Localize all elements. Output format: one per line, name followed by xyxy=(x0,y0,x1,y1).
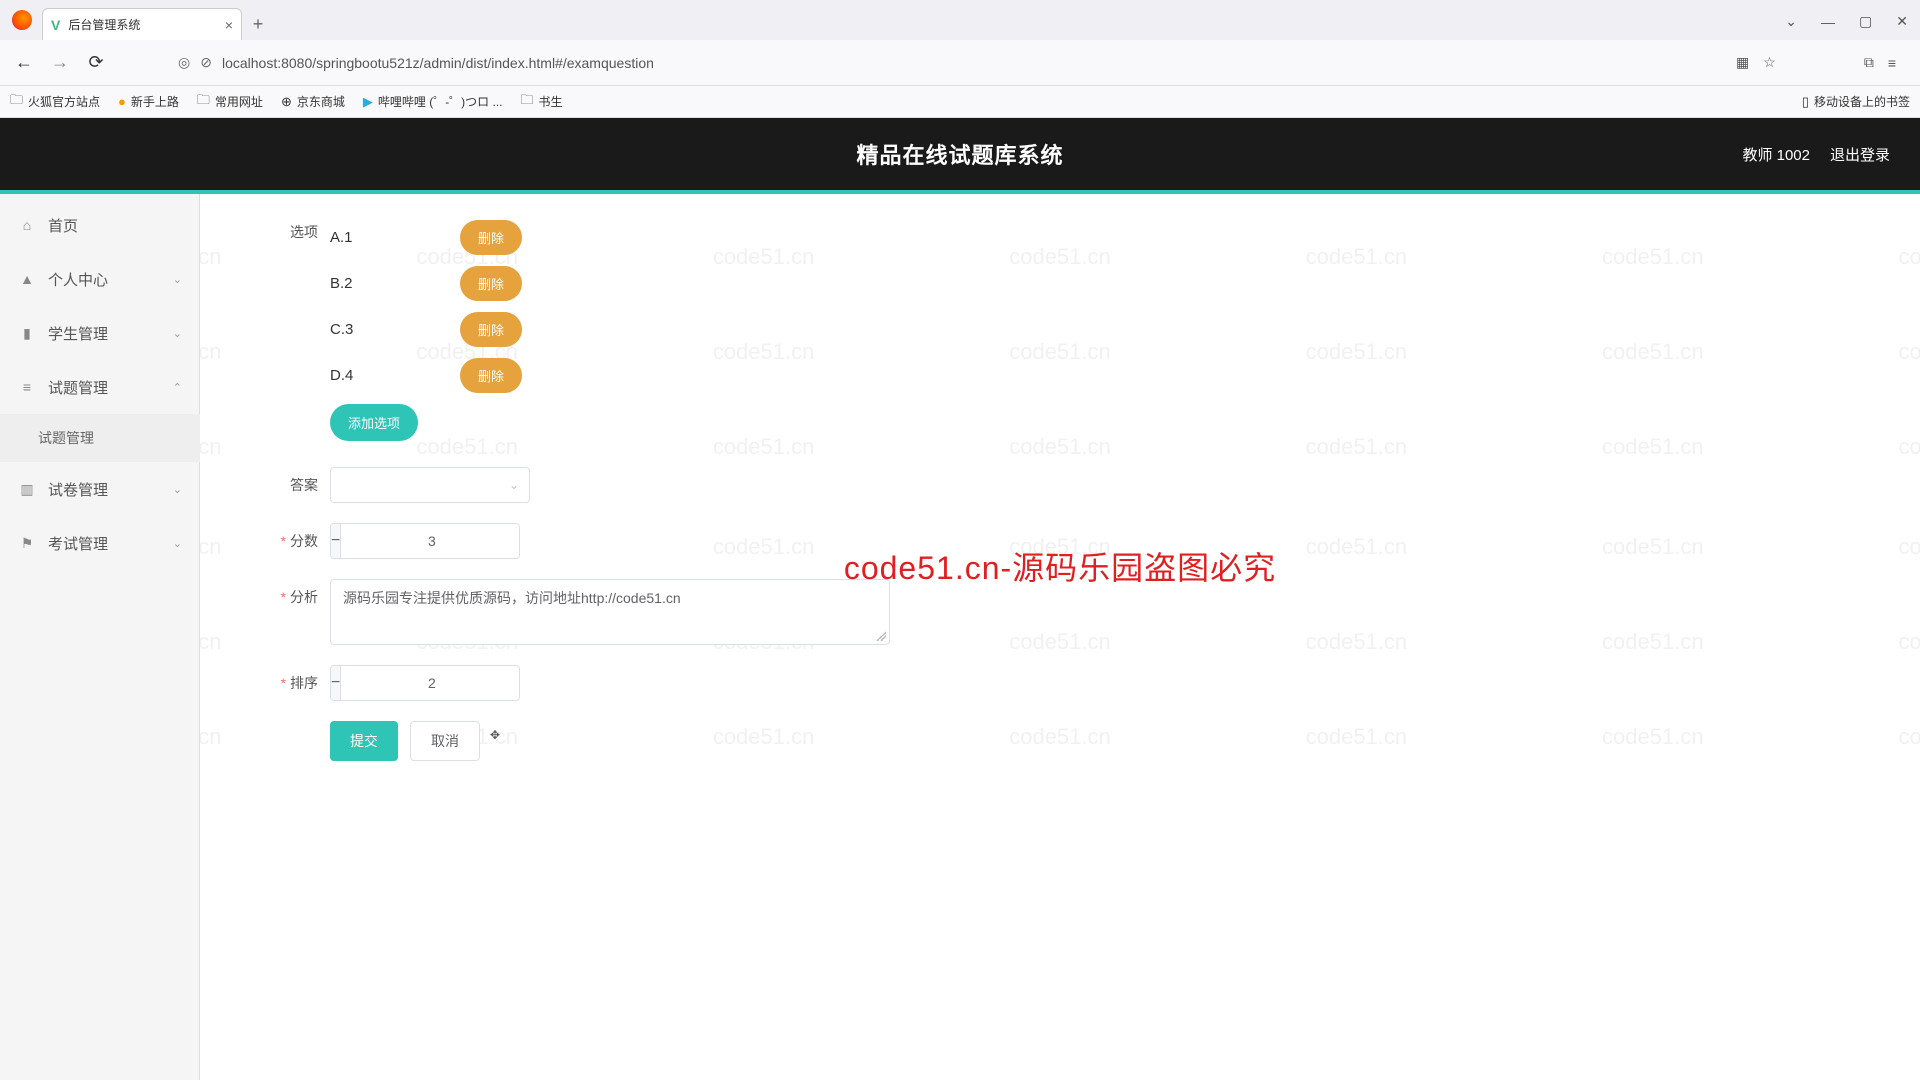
bookmark-item[interactable]: 🗀火狐官方站点 xyxy=(10,91,100,113)
mobile-icon: ▯ xyxy=(1802,94,1809,110)
window-controls: ⌄ — ▢ ✕ xyxy=(1785,13,1920,40)
sidebar-item-exam[interactable]: ⚑ 考试管理 ⌄ xyxy=(0,516,200,570)
answer-select[interactable]: ⌄ xyxy=(330,467,530,503)
delete-option-b-button[interactable]: 删除 xyxy=(460,266,522,301)
chevron-down-icon: ⌄ xyxy=(173,483,182,496)
sidebar-item-home[interactable]: ⌂ 首页 xyxy=(0,198,200,252)
analysis-textarea[interactable]: 源码乐园专注提供优质源码，访问地址http://code51.cn xyxy=(330,579,890,645)
app-header: 精品在线试题库系统 教师 1002 退出登录 xyxy=(0,118,1920,190)
layout: ⌂ 首页 ▲ 个人中心 ⌄ ▮ 学生管理 ⌄ ≡ 试题管理 ⌃ 试题管理 ▥ 试… xyxy=(0,194,1920,1080)
tab-bar: V 后台管理系统 × + ⌄ — ▢ ✕ xyxy=(0,0,1920,40)
sidebar: ⌂ 首页 ▲ 个人中心 ⌄ ▮ 学生管理 ⌄ ≡ 试题管理 ⌃ 试题管理 ▥ 试… xyxy=(0,194,200,1080)
menu-icon[interactable]: ≡ xyxy=(1888,55,1896,71)
folder-icon: 🗀 xyxy=(197,91,210,113)
firefox-icon xyxy=(12,10,32,30)
content: code51.cncode51.cncode51.cncode51.cncode… xyxy=(200,194,1920,1080)
score-decrement-button[interactable]: − xyxy=(331,524,341,558)
firefox-small-icon: ● xyxy=(118,94,126,109)
reload-button[interactable]: ⟳ xyxy=(82,49,110,77)
home-icon: ⌂ xyxy=(18,217,36,233)
option-a-label: A.1 xyxy=(330,229,460,246)
close-window-icon[interactable]: ✕ xyxy=(1896,13,1908,30)
logout-link[interactable]: 退出登录 xyxy=(1830,144,1890,165)
forward-button[interactable]: → xyxy=(46,49,74,77)
option-row: D.4 删除 xyxy=(330,352,1880,398)
sidebar-item-personal[interactable]: ▲ 个人中心 ⌄ xyxy=(0,252,200,306)
browser-chrome: V 后台管理系统 × + ⌄ — ▢ ✕ ← → ⟳ ◎ ⊘ localhost… xyxy=(0,0,1920,118)
chevron-down-icon: ⌄ xyxy=(173,273,182,286)
order-input[interactable] xyxy=(341,666,520,700)
bookmark-star-icon[interactable]: ☆ xyxy=(1763,54,1776,71)
mobile-bookmarks[interactable]: ▯移动设备上的书签 xyxy=(1802,93,1910,110)
bookmark-item[interactable]: ●新手上路 xyxy=(118,93,179,110)
label-analysis: 分析 xyxy=(240,579,330,607)
address-bar: ← → ⟳ ◎ ⊘ localhost:8080/springbootu521z… xyxy=(0,40,1920,86)
url-field[interactable]: ◎ ⊘ localhost:8080/springbootu521z/admin… xyxy=(178,47,1668,79)
delete-option-d-button[interactable]: 删除 xyxy=(460,358,522,393)
bookmark-bar: 🗀火狐官方站点 ●新手上路 🗀常用网址 ⊕京东商城 ▶哔哩哔哩 (゜-゜)つロ … xyxy=(0,86,1920,118)
url-text: localhost:8080/springbootu521z/admin/dis… xyxy=(222,55,1668,71)
bookmark-item[interactable]: 🗀书生 xyxy=(521,91,563,113)
option-d-label: D.4 xyxy=(330,367,460,384)
bookmark-item[interactable]: ▶哔哩哔哩 (゜-゜)つロ ... xyxy=(363,93,503,110)
chevron-down-icon: ⌄ xyxy=(509,478,519,492)
submit-button[interactable]: 提交 xyxy=(330,721,398,761)
score-stepper[interactable]: − + xyxy=(330,523,520,559)
option-row: A.1 删除 xyxy=(330,214,1880,260)
order-stepper[interactable]: − + xyxy=(330,665,520,701)
label-options: 选项 xyxy=(240,214,330,242)
address-bar-right: ▦ ☆ ⧉ ≡ xyxy=(1736,54,1910,71)
order-decrement-button[interactable]: − xyxy=(331,666,341,700)
bilibili-icon: ▶ xyxy=(363,94,373,110)
label-order: 排序 xyxy=(240,665,330,693)
cancel-button[interactable]: 取消 xyxy=(410,721,480,761)
qr-icon[interactable]: ▦ xyxy=(1736,54,1749,71)
app-title: 精品在线试题库系统 xyxy=(856,138,1063,170)
bookmark-item[interactable]: 🗀常用网址 xyxy=(197,91,263,113)
score-input[interactable] xyxy=(341,524,520,558)
option-c-label: C.3 xyxy=(330,321,460,338)
sidebar-item-paper[interactable]: ▥ 试卷管理 ⌄ xyxy=(0,462,200,516)
minimize-icon[interactable]: — xyxy=(1821,14,1835,30)
add-option-button[interactable]: 添加选项 xyxy=(330,404,418,441)
vue-icon: V xyxy=(51,17,60,33)
lock-icon: ⊘ xyxy=(200,54,212,71)
sidebar-item-question[interactable]: ≡ 试题管理 ⌃ xyxy=(0,360,200,414)
shield-icon: ◎ xyxy=(178,54,190,71)
option-row: C.3 删除 xyxy=(330,306,1880,352)
chevron-down-icon: ⌄ xyxy=(173,327,182,340)
maximize-icon[interactable]: ▢ xyxy=(1859,13,1872,30)
globe-icon: ⊕ xyxy=(281,94,292,110)
new-tab-button[interactable]: + xyxy=(242,8,274,40)
chevron-up-icon: ⌃ xyxy=(173,381,182,394)
tab-title: 后台管理系统 xyxy=(68,16,216,33)
question-icon: ≡ xyxy=(18,379,36,395)
close-tab-icon[interactable]: × xyxy=(225,17,233,33)
user-label[interactable]: 教师 1002 xyxy=(1742,144,1810,165)
bookmark-item[interactable]: ⊕京东商城 xyxy=(281,93,345,110)
back-button[interactable]: ← xyxy=(10,49,38,77)
exam-icon: ⚑ xyxy=(18,535,36,552)
option-b-label: B.2 xyxy=(330,275,460,292)
sidebar-item-student[interactable]: ▮ 学生管理 ⌄ xyxy=(0,306,200,360)
browser-tab[interactable]: V 后台管理系统 × xyxy=(42,8,242,40)
option-row: B.2 删除 xyxy=(330,260,1880,306)
sidebar-sub-question[interactable]: 试题管理 xyxy=(0,414,200,462)
user-icon: ▲ xyxy=(18,271,36,287)
chevron-down-icon: ⌄ xyxy=(173,537,182,550)
paper-icon: ▥ xyxy=(18,481,36,498)
delete-option-c-button[interactable]: 删除 xyxy=(460,312,522,347)
student-icon: ▮ xyxy=(18,325,36,342)
folder-icon: 🗀 xyxy=(521,91,534,113)
label-score: 分数 xyxy=(240,523,330,551)
delete-option-a-button[interactable]: 删除 xyxy=(460,220,522,255)
folder-icon: 🗀 xyxy=(10,91,23,113)
label-answer: 答案 xyxy=(240,467,330,495)
extensions-icon[interactable]: ⧉ xyxy=(1864,54,1874,71)
dropdown-tabs-icon[interactable]: ⌄ xyxy=(1785,13,1797,30)
form: 选项 A.1 删除 B.2 删除 C.3 删除 D.4 xyxy=(240,214,1880,761)
